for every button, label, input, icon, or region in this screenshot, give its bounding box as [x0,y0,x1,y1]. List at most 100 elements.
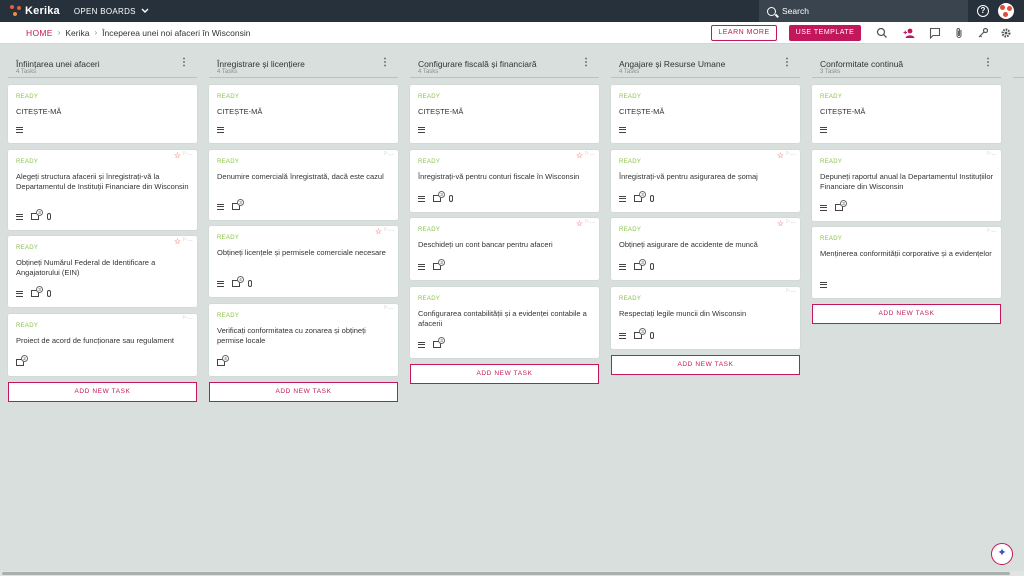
star-icon[interactable]: ☆ [375,227,382,236]
task-title: Deschideți un cont bancar pentru afaceri [418,240,553,249]
task-icons: 3 [16,286,51,297]
checklist-icon: 4 [232,276,244,287]
column-title[interactable]: Conformitate continuă [820,59,903,69]
kerika-logo-icon [10,5,22,17]
task-status: READY [16,323,39,329]
column-menu-icon[interactable]: ⋮ [179,58,189,68]
task-icons [820,127,827,133]
column-menu-icon[interactable]: ⋮ [581,58,591,68]
column-task-count: 4 Tasks [217,69,238,75]
add-new-task-button[interactable]: ADD NEW TASK [410,364,599,384]
card-menu-icon[interactable]: … [790,219,796,225]
star-icon[interactable]: ☆ [576,151,583,160]
card-menu-icon[interactable]: … [187,315,193,321]
assistant-sparkle-icon[interactable]: ✦ [991,543,1013,565]
card-menu-icon[interactable]: … [589,151,595,157]
avatar[interactable] [998,3,1014,19]
column-menu-icon[interactable]: ⋮ [983,58,993,68]
use-template-button[interactable]: USE TEMPLATE [789,25,861,41]
add-new-task-button[interactable]: ADD NEW TASK [209,382,398,402]
learn-more-button[interactable]: LEARN MORE [711,25,777,41]
star-icon[interactable]: ☆ [576,219,583,228]
card-menu-icon[interactable]: … [388,227,394,233]
search-input[interactable]: Search [759,0,968,22]
column-title[interactable]: Configurare fiscală și financiară [418,59,537,69]
breadcrumb-home[interactable]: HOME [26,28,53,38]
add-person-icon[interactable] [903,27,915,39]
scrollbar-thumb[interactable] [2,572,1010,575]
task-card[interactable]: ⚐… READY Proiect de acord de funcționare… [8,314,197,376]
task-title: Obțineți licențele și permisele comercia… [217,248,386,257]
task-card[interactable]: READY CITEȘTE-MĂ [209,85,398,143]
task-card[interactable]: ☆ ⚐… READY Obțineți Numărul Federal de Id… [8,236,197,307]
task-icons: 3 [820,200,847,211]
task-status: READY [217,94,240,100]
column-menu-icon[interactable]: ⋮ [380,58,390,68]
task-status: READY [820,94,843,100]
help-icon[interactable]: ? [977,5,989,17]
task-status: READY [217,235,240,241]
card-menu-icon[interactable]: … [790,151,796,157]
card-menu-icon[interactable]: … [589,219,595,225]
card-menu-icon[interactable]: … [388,305,394,311]
card-menu-icon[interactable]: … [187,151,193,157]
description-icon [16,127,23,133]
card-menu-icon[interactable]: … [388,151,394,157]
task-card[interactable]: ☆ ⚐… READY Obțineți asigurare de accident… [611,218,800,280]
task-icons: 3 [619,191,654,202]
card-menu-icon[interactable]: … [991,151,997,157]
checklist-icon: 2 [16,355,28,366]
column-partial [1013,44,1024,78]
task-icons [619,127,626,133]
kerika-logo[interactable]: Kerika [10,5,60,17]
description-icon [16,213,23,220]
column-title[interactable]: Angajare și Resurse Umane [619,59,725,69]
card-menu-icon[interactable]: … [187,237,193,243]
checklist-icon: 3 [433,191,445,202]
add-new-task-button[interactable]: ADD NEW TASK [8,382,197,402]
task-title: CITEȘTE-MĂ [619,107,665,116]
task-card[interactable]: ☆ ⚐… READY Înregistrați-vă pentru asigura… [611,150,800,212]
checklist-icon: 3 [433,259,445,270]
description-icon [619,332,626,339]
star-icon[interactable]: ☆ [777,151,784,160]
task-card[interactable]: ☆ ⚐… READY Alegeți structura afacerii și … [8,150,197,230]
add-new-task-button[interactable]: ADD NEW TASK [812,304,1001,324]
task-card[interactable]: READY CITEȘTE-MĂ [611,85,800,143]
search-icon[interactable] [876,27,888,39]
attachment-icon [47,290,51,297]
star-icon[interactable]: ☆ [777,219,784,228]
task-card[interactable]: ☆ ⚐… READY Înregistrați-vă pentru conturi… [410,150,599,212]
task-card[interactable]: ⚐… READY Depuneți raportul anual la Depa… [812,150,1001,221]
task-card[interactable]: READY Configurarea contabilității și a e… [410,287,599,358]
task-card[interactable]: READY CITEȘTE-MĂ [410,85,599,143]
column-menu-icon[interactable]: ⋮ [782,58,792,68]
add-new-task-button[interactable]: ADD NEW TASK [611,355,800,375]
column-title[interactable]: Înregistrare și licențiere [217,59,305,69]
card-menu-icon[interactable]: … [790,288,796,294]
card-menu-icon[interactable]: … [991,228,997,234]
task-card[interactable]: ☆ ⚐… READY Deschideți un cont bancar pent… [410,218,599,280]
task-card[interactable]: ⚐… READY Menținerea conformității corpor… [812,227,1001,298]
attachment-icon [449,195,453,202]
open-boards-menu[interactable]: OPEN BOARDS [74,7,149,16]
column-infiintarea: Înființarea unei afaceri 4 Tasks ⋮ READY… [8,44,197,402]
task-card[interactable]: ⚐… READY Denumire comercială înregistrat… [209,150,398,220]
attachment-icon[interactable] [953,27,965,39]
gear-icon[interactable] [1000,27,1012,39]
description-icon [619,195,626,202]
task-icons [16,127,23,133]
star-icon[interactable]: ☆ [174,151,181,160]
breadcrumb-account[interactable]: Kerika [65,28,89,38]
chat-icon[interactable] [929,27,941,39]
column-title[interactable]: Înființarea unei afaceri [16,59,100,69]
task-title: Înregistrați-vă pentru conturi fiscale î… [418,172,580,181]
key-icon[interactable] [977,27,989,39]
task-card[interactable]: ⚐… READY Verificați conformitatea cu zon… [209,304,398,376]
star-icon[interactable]: ☆ [174,237,181,246]
task-card[interactable]: READY CITEȘTE-MĂ [812,85,1001,143]
task-card[interactable]: ⚐… READY Respectați legile muncii din Wi… [611,287,800,349]
horizontal-scrollbar[interactable] [0,571,1024,576]
task-card[interactable]: ☆ ⚐… READY Obțineți licențele și permisel… [209,226,398,297]
task-card[interactable]: READY CITEȘTE-MĂ [8,85,197,143]
